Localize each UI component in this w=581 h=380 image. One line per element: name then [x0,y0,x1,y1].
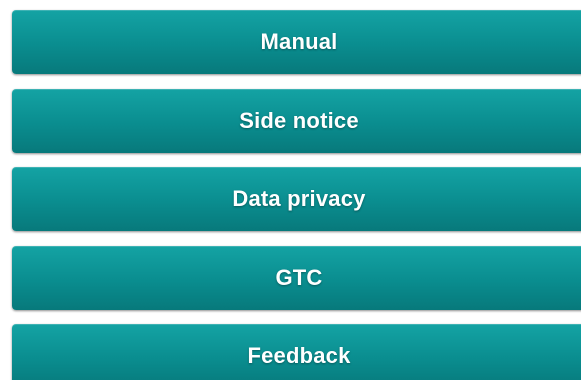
data-privacy-button[interactable]: Data privacy [12,167,581,231]
info-menu: Manual Side notice Data privacy GTC Feed… [0,0,581,380]
feedback-button-label: Feedback [247,343,351,368]
side-notice-button[interactable]: Side notice [12,89,581,153]
gtc-button-label: GTC [275,265,323,290]
side-notice-button-label: Side notice [239,108,359,133]
feedback-button[interactable]: Feedback [12,324,581,380]
gtc-button[interactable]: GTC [12,246,581,310]
data-privacy-button-label: Data privacy [232,186,366,211]
manual-button-label: Manual [260,29,338,54]
manual-button[interactable]: Manual [12,10,581,74]
